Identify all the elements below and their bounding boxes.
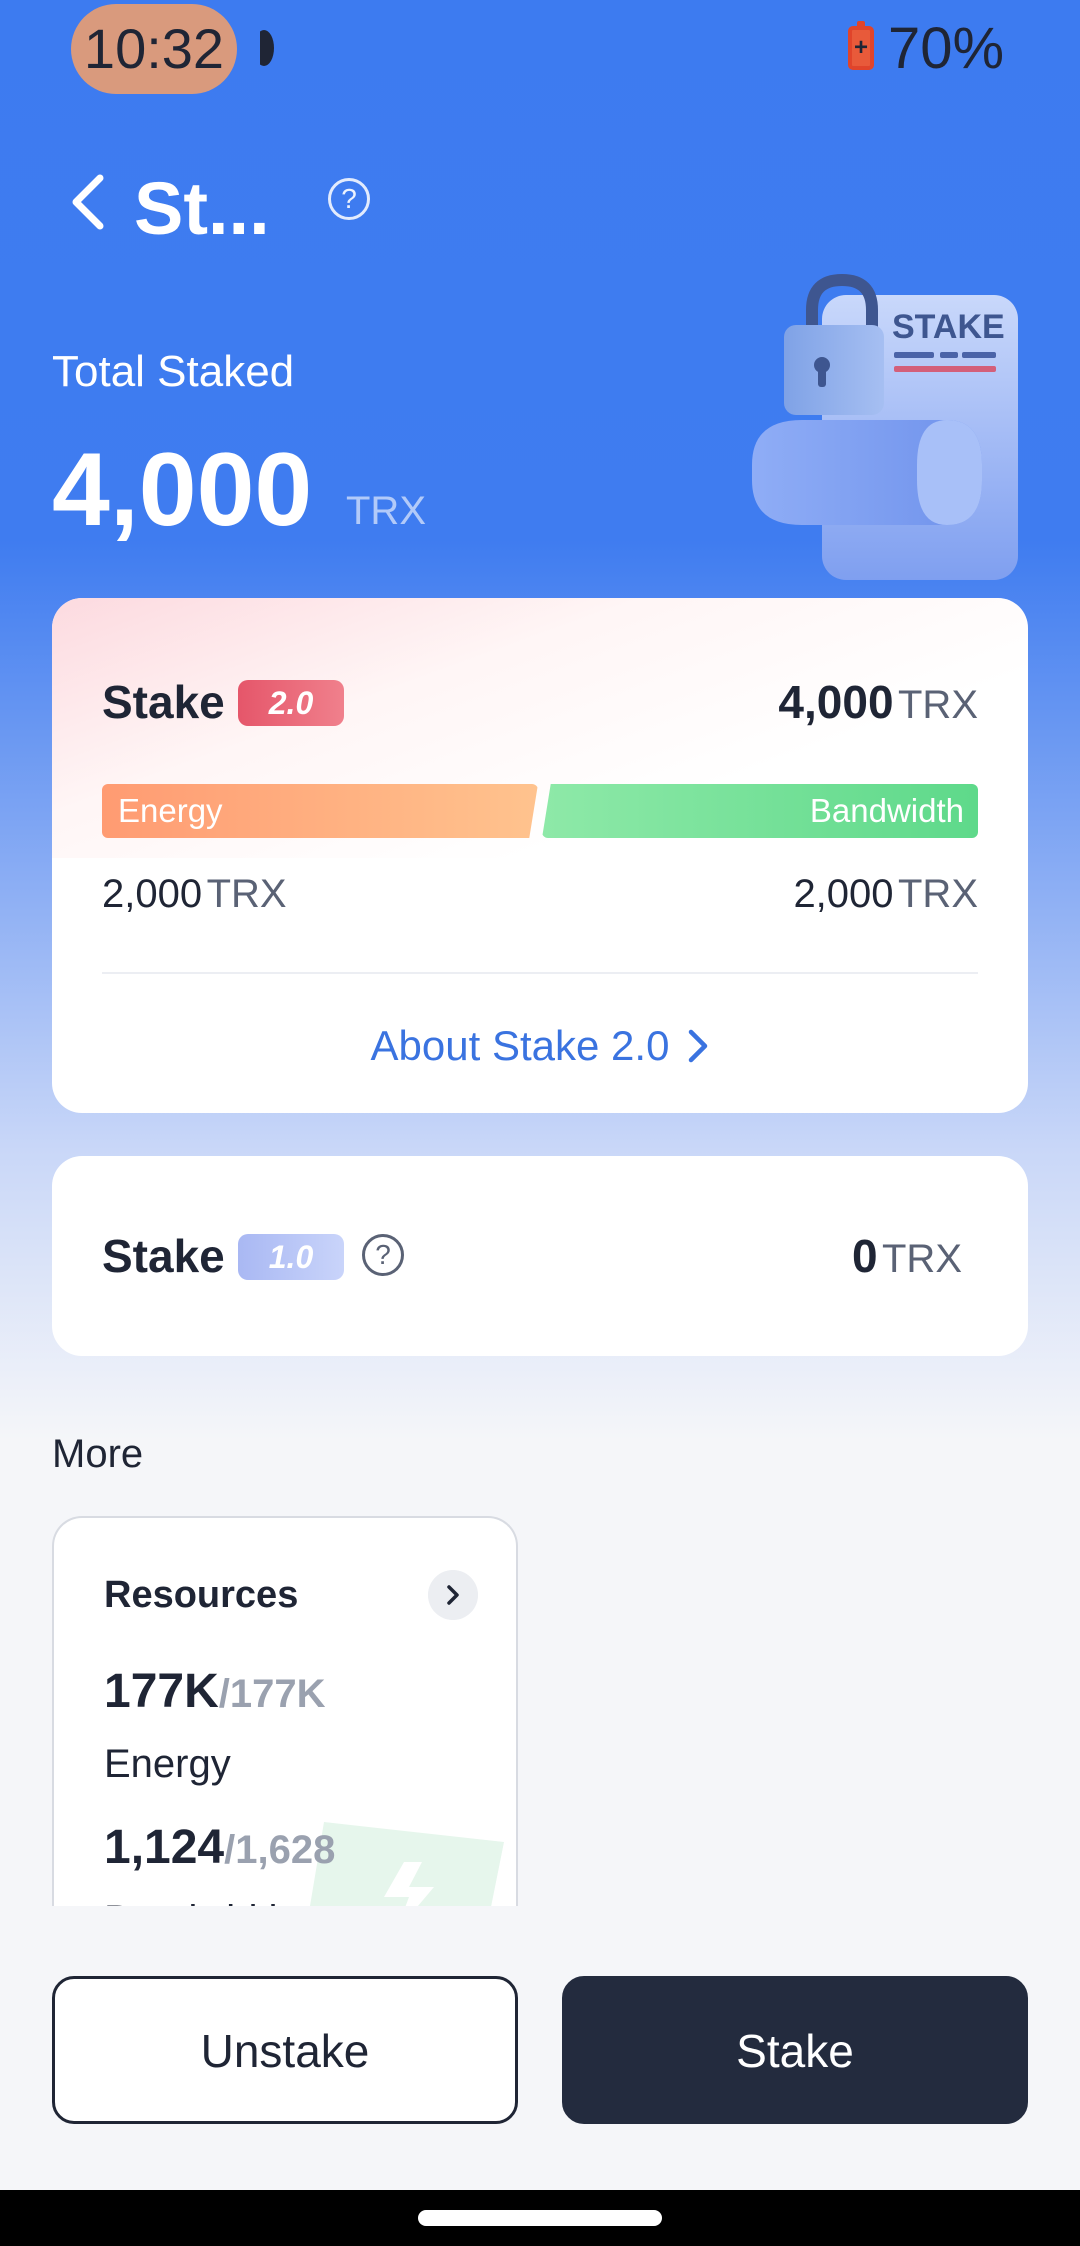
stake-v1-badge: 1.0 bbox=[238, 1234, 344, 1280]
page-title: St... bbox=[134, 167, 270, 250]
resources-bandwidth-total: /1,628 bbox=[224, 1828, 336, 1872]
stake-v1-total: 0 TRX bbox=[852, 1228, 962, 1296]
status-time: 10:32 bbox=[71, 4, 237, 94]
stake-v2-total-unit: TRX bbox=[898, 683, 978, 727]
bandwidth-stake-unit: TRX bbox=[898, 872, 978, 916]
about-stake-link[interactable]: About Stake 2.0 bbox=[52, 1018, 1028, 1074]
question-circle-icon[interactable]: ? bbox=[328, 178, 370, 220]
stake-v2-total: 4,000 TRX bbox=[778, 674, 978, 742]
dnd-icon bbox=[260, 30, 274, 66]
resources-bandwidth-used: 1,124 bbox=[104, 1821, 225, 1874]
energy-share-bar: Energy bbox=[102, 784, 538, 838]
stake-v2-badge: 2.0 bbox=[238, 680, 344, 726]
status-bar: 10:32 70% bbox=[0, 0, 1080, 100]
stake-v1-card[interactable]: Stake 1.0 ? 0 TRX bbox=[52, 1156, 1028, 1356]
energy-stake-unit: TRX bbox=[206, 872, 287, 916]
home-indicator[interactable] bbox=[418, 2210, 662, 2226]
bandwidth-share-bar: Bandwidth bbox=[542, 784, 978, 838]
resources-energy-total: /177K bbox=[218, 1672, 326, 1716]
stake-v2-total-value: 4,000 bbox=[778, 676, 894, 728]
stake-button[interactable]: Stake bbox=[562, 1976, 1028, 2124]
stake-v1-total-value: 0 bbox=[851, 1230, 878, 1282]
total-staked-unit: TRX bbox=[346, 489, 426, 533]
energy-stake-amount: 2,000 TRX bbox=[102, 866, 287, 931]
resources-bandwidth-value: 1,124/1,628 bbox=[104, 1818, 335, 1889]
illustration-text: STAKE bbox=[892, 308, 1005, 346]
stake-lock-illustration: STAKE bbox=[752, 273, 1018, 580]
total-staked-value: 4,000 bbox=[52, 432, 313, 548]
unstake-button[interactable]: Unstake bbox=[52, 1976, 518, 2124]
stake-v2-card: Stake 2.0 4,000 TRX Energy Bandwidth 2,0… bbox=[52, 598, 1028, 1113]
resources-card[interactable]: Resources 177K/177K Energy 1,124/1,628 B… bbox=[52, 1516, 518, 1906]
resources-energy-used: 177K bbox=[104, 1665, 219, 1718]
stake-v1-label: Stake bbox=[102, 1230, 225, 1282]
bandwidth-stake-value: 2,000 bbox=[793, 872, 894, 916]
resources-energy-label: Energy bbox=[104, 1742, 231, 1786]
battery-percent: 70% bbox=[888, 16, 1005, 81]
total-staked-label: Total Staked bbox=[52, 347, 295, 396]
battery-icon bbox=[848, 21, 874, 70]
stake-v2-label: Stake bbox=[102, 676, 225, 728]
chevron-left-icon[interactable] bbox=[66, 172, 114, 232]
chevron-right-icon[interactable] bbox=[428, 1570, 478, 1620]
resources-bandwidth-label: Bandwidth bbox=[104, 1892, 291, 1906]
resources-energy-value: 177K/177K bbox=[104, 1662, 326, 1733]
question-circle-icon[interactable]: ? bbox=[362, 1234, 404, 1276]
card-divider bbox=[102, 972, 978, 974]
chevron-right-icon bbox=[689, 1029, 708, 1063]
more-section-title: More bbox=[52, 1432, 144, 1476]
energy-stake-value: 2,000 bbox=[102, 872, 203, 916]
about-stake-link-label[interactable]: About Stake 2.0 bbox=[371, 1022, 670, 1069]
stake-v1-total-unit: TRX bbox=[882, 1237, 962, 1281]
resources-title: Resources bbox=[104, 1574, 299, 1616]
bandwidth-stake-amount: 2,000 TRX bbox=[793, 866, 978, 931]
